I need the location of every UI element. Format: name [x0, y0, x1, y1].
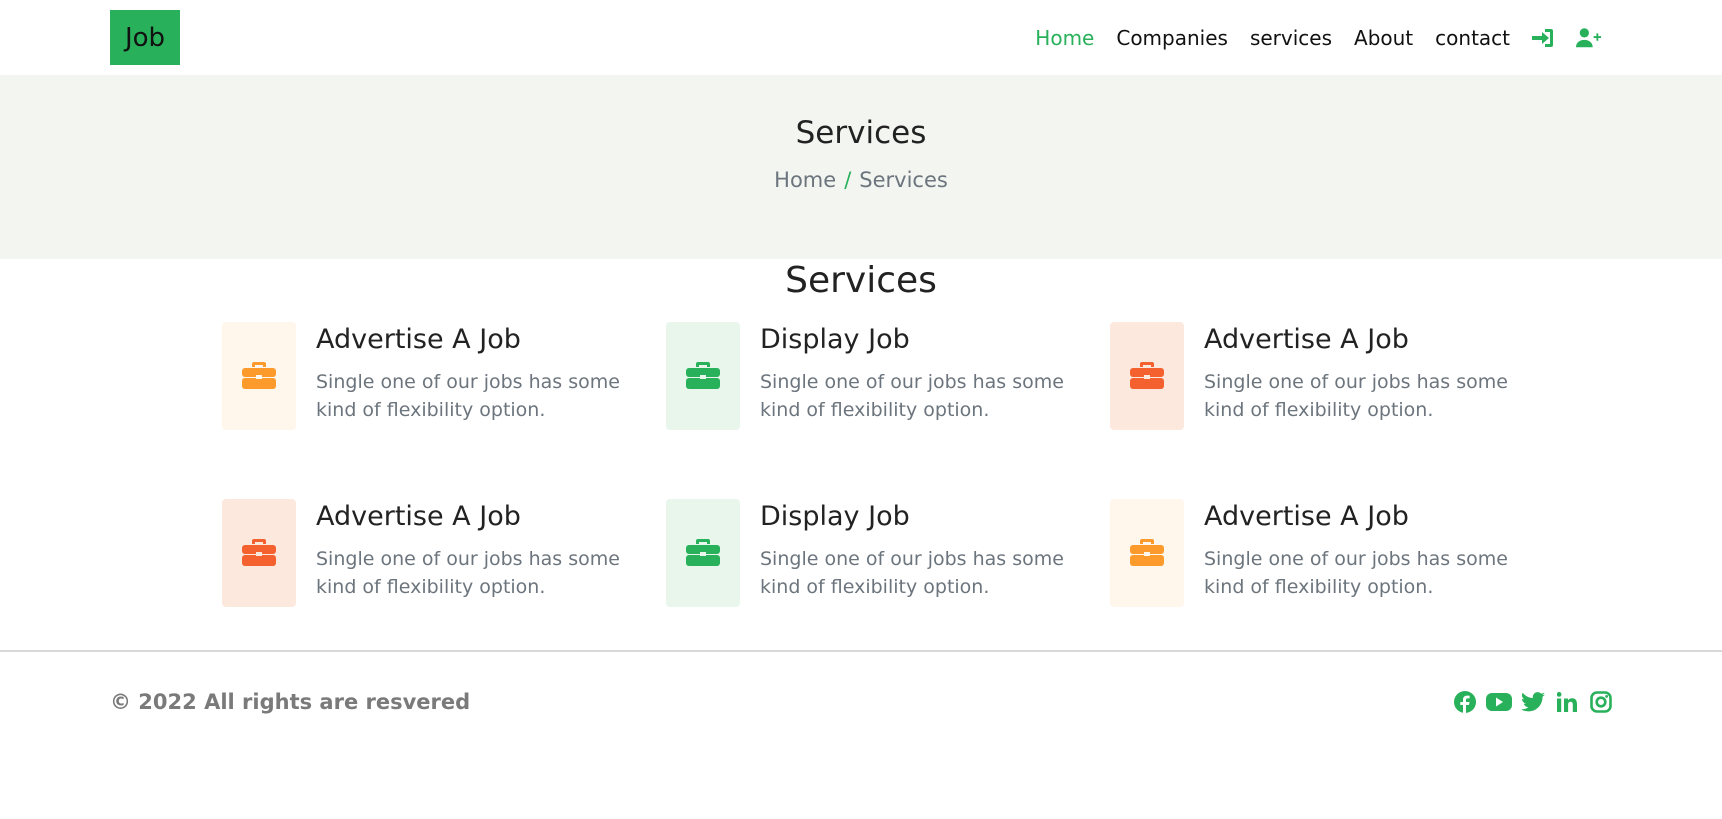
navbar: Job Home Companies services About contac…: [0, 0, 1722, 75]
service-card[interactable]: Advertise A Job Single one of our jobs h…: [1110, 499, 1530, 609]
service-icon-box: [1110, 322, 1184, 430]
main-nav: Home Companies services About contact: [1013, 0, 1602, 75]
linkedin-icon[interactable]: [1554, 689, 1580, 715]
footer-divider: [0, 650, 1722, 652]
service-icon-box: [666, 322, 740, 430]
service-description: Single one of our jobs has some kind of …: [760, 371, 1064, 421]
youtube-icon[interactable]: [1486, 689, 1512, 715]
service-description: Single one of our jobs has some kind of …: [1204, 548, 1508, 598]
logo[interactable]: Job: [110, 10, 180, 65]
service-description: Single one of our jobs has some kind of …: [316, 548, 620, 598]
service-title: Display Job: [760, 324, 910, 355]
facebook-icon[interactable]: [1452, 689, 1478, 715]
breadcrumb-current: Services: [859, 168, 948, 192]
nav-home[interactable]: Home: [1035, 26, 1094, 50]
nav-contact[interactable]: contact: [1435, 26, 1510, 50]
nav-companies[interactable]: Companies: [1116, 26, 1228, 50]
service-icon-box: [222, 499, 296, 607]
service-title: Advertise A Job: [316, 324, 521, 355]
briefcase-icon: [1130, 536, 1164, 570]
briefcase-icon: [686, 359, 720, 393]
service-title: Advertise A Job: [1204, 501, 1409, 532]
briefcase-icon: [686, 536, 720, 570]
service-description: Single one of our jobs has some kind of …: [760, 548, 1064, 598]
service-card[interactable]: Display Job Single one of our jobs has s…: [666, 322, 1086, 432]
service-icon-box: [222, 322, 296, 430]
briefcase-icon: [242, 536, 276, 570]
twitter-icon[interactable]: [1520, 689, 1546, 715]
instagram-icon[interactable]: [1588, 689, 1614, 715]
copyright: © 2022 All rights are resvered: [110, 690, 471, 714]
social-links: [1444, 689, 1614, 715]
sign-in-icon[interactable]: [1530, 25, 1556, 51]
service-description: Single one of our jobs has some kind of …: [316, 371, 620, 421]
service-title: Advertise A Job: [1204, 324, 1409, 355]
service-title: Display Job: [760, 501, 910, 532]
page-banner: Services Home / Services: [0, 75, 1722, 259]
briefcase-icon: [242, 359, 276, 393]
service-icon-box: [1110, 499, 1184, 607]
section-title: Services: [785, 260, 937, 301]
service-card[interactable]: Display Job Single one of our jobs has s…: [666, 499, 1086, 609]
service-card[interactable]: Advertise A Job Single one of our jobs h…: [222, 322, 642, 432]
user-plus-icon[interactable]: [1576, 25, 1602, 51]
briefcase-icon: [1130, 359, 1164, 393]
breadcrumb-separator: /: [844, 168, 852, 192]
service-card[interactable]: Advertise A Job Single one of our jobs h…: [222, 499, 642, 609]
nav-about[interactable]: About: [1354, 26, 1413, 50]
service-icon-box: [666, 499, 740, 607]
service-title: Advertise A Job: [316, 501, 521, 532]
breadcrumb: Home / Services: [0, 168, 1722, 192]
nav-services[interactable]: services: [1250, 26, 1332, 50]
banner-title: Services: [795, 115, 927, 151]
service-card[interactable]: Advertise A Job Single one of our jobs h…: [1110, 322, 1530, 432]
breadcrumb-home[interactable]: Home: [774, 168, 836, 192]
service-description: Single one of our jobs has some kind of …: [1204, 371, 1508, 421]
